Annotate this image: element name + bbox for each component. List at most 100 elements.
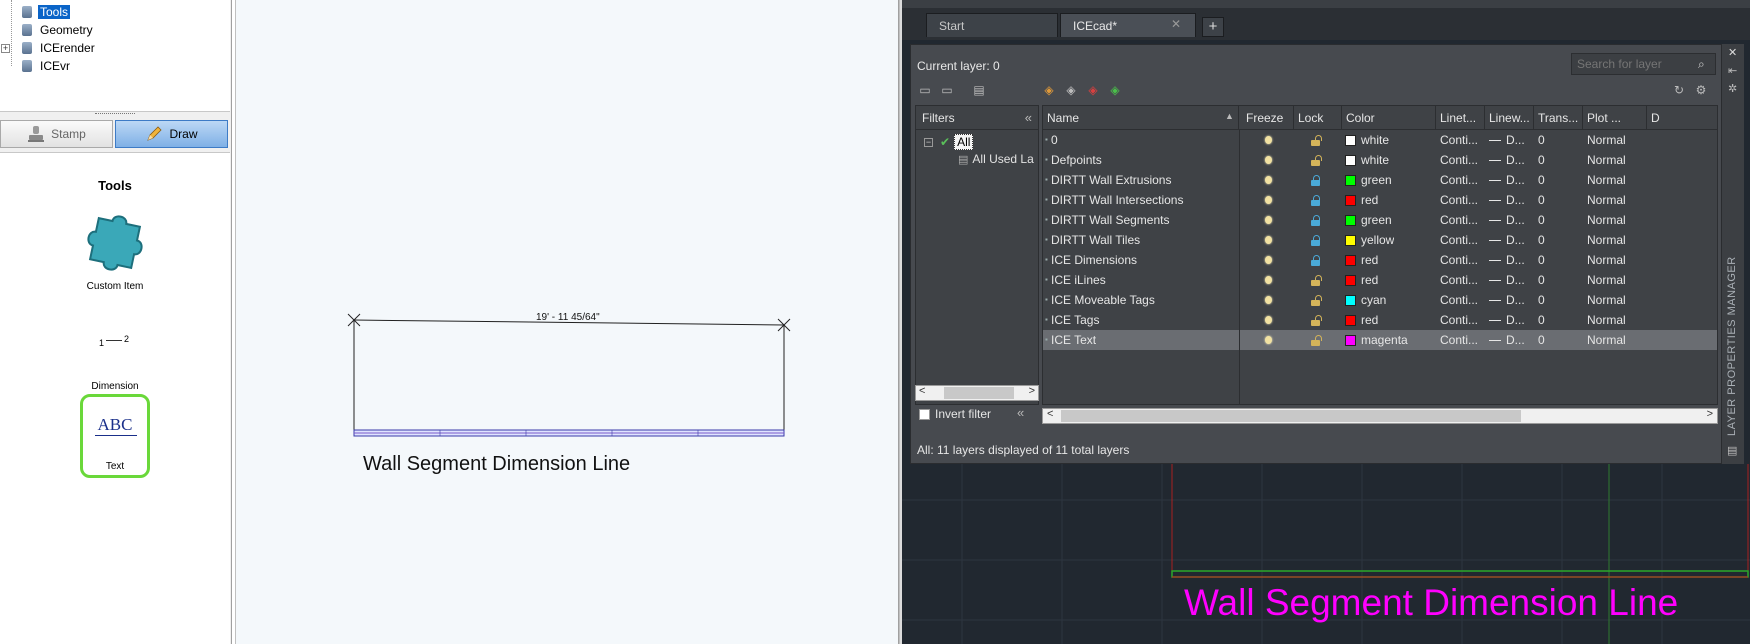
tree-item-tools[interactable]: Tools xyxy=(20,3,71,20)
layer-name[interactable]: Defpoints xyxy=(1051,150,1237,170)
unlock-icon[interactable] xyxy=(1311,335,1322,346)
lock-icon[interactable] xyxy=(1311,175,1320,186)
layer-linetype[interactable]: Conti... xyxy=(1440,130,1478,150)
col-linetype[interactable]: Linet... xyxy=(1436,106,1485,130)
close-palette-icon[interactable]: ✕ xyxy=(1728,46,1737,59)
layer-plot-style[interactable]: Normal xyxy=(1587,310,1626,330)
layer-name[interactable]: DIRTT Wall Segments xyxy=(1051,210,1237,230)
layer-color-name[interactable]: red xyxy=(1361,250,1378,270)
layer-transparency[interactable]: 0 xyxy=(1538,230,1545,250)
tree-item-icevr[interactable]: ICEvr xyxy=(20,57,72,74)
custom-item-tool[interactable]: Custom Item xyxy=(55,208,175,292)
filter-tree-toggle-icon[interactable]: − xyxy=(924,138,933,147)
layer-row[interactable]: ▪ ICE Text magenta Conti... D... 0 Normal xyxy=(1043,330,1717,350)
col-lock[interactable]: Lock xyxy=(1294,106,1342,130)
layer-color-name[interactable]: magenta xyxy=(1361,330,1408,350)
layer-lineweight[interactable]: D... xyxy=(1489,230,1525,250)
layer-linetype[interactable]: Conti... xyxy=(1440,210,1478,230)
layer-transparency[interactable]: 0 xyxy=(1538,250,1545,270)
unlock-icon[interactable] xyxy=(1311,135,1322,146)
layer-transparency[interactable]: 0 xyxy=(1538,290,1545,310)
column-splitter[interactable] xyxy=(1239,130,1242,404)
layer-lineweight[interactable]: D... xyxy=(1489,290,1525,310)
expand-toggle-icon[interactable]: + xyxy=(1,44,10,53)
settings-gear-icon[interactable]: ⚙ xyxy=(1693,83,1709,97)
dimension-tool[interactable]: 1 2 Dimension xyxy=(55,324,175,392)
col-lineweight[interactable]: Linew... xyxy=(1485,106,1534,130)
layer-linetype[interactable]: Conti... xyxy=(1440,170,1478,190)
freeze-bulb-icon[interactable] xyxy=(1265,336,1272,344)
layer-name[interactable]: DIRTT Wall Intersections xyxy=(1051,190,1237,210)
layer-plot-style[interactable]: Normal xyxy=(1587,290,1626,310)
scroll-left-icon[interactable]: < xyxy=(1047,408,1053,420)
layer-plot-style[interactable]: Normal xyxy=(1587,170,1626,190)
unlock-icon[interactable] xyxy=(1311,315,1322,326)
layer-color-name[interactable]: red xyxy=(1361,310,1378,330)
new-property-filter-icon[interactable]: ▭ xyxy=(917,83,933,97)
freeze-bulb-icon[interactable] xyxy=(1265,216,1272,224)
unlock-icon[interactable] xyxy=(1311,155,1322,166)
layer-plot-style[interactable]: Normal xyxy=(1587,230,1626,250)
freeze-bulb-icon[interactable] xyxy=(1265,156,1272,164)
color-swatch[interactable] xyxy=(1345,315,1356,326)
palette-grip-icon[interactable]: ▤ xyxy=(1727,444,1737,457)
freeze-bulb-icon[interactable] xyxy=(1265,316,1272,324)
tree-item-geometry[interactable]: Geometry xyxy=(20,21,95,38)
col-freeze[interactable]: Freeze xyxy=(1242,106,1294,130)
color-swatch[interactable] xyxy=(1345,215,1356,226)
layer-lineweight[interactable]: D... xyxy=(1489,190,1525,210)
layer-lineweight[interactable]: D... xyxy=(1489,330,1525,350)
new-group-filter-icon[interactable]: ▭ xyxy=(939,83,955,97)
tree-item-icerender[interactable]: ICErender xyxy=(20,39,97,56)
layer-linetype[interactable]: Conti... xyxy=(1440,250,1478,270)
scrollbar-thumb[interactable] xyxy=(1061,410,1521,422)
color-swatch[interactable] xyxy=(1345,255,1356,266)
freeze-bulb-icon[interactable] xyxy=(1265,276,1272,284)
drawing-canvas[interactable]: 19' - 11 45/64" Wall Segment Dimension L… xyxy=(235,0,899,644)
layer-color-name[interactable]: white xyxy=(1361,150,1389,170)
layer-row[interactable]: ▪ DIRTT Wall Intersections red Conti... D...… xyxy=(1043,190,1717,210)
tab-icecad[interactable]: ICEcad* ✕ xyxy=(1060,13,1196,37)
layer-lineweight[interactable]: D... xyxy=(1489,310,1525,330)
layer-plot-style[interactable]: Normal xyxy=(1587,330,1626,350)
layer-lineweight[interactable]: D... xyxy=(1489,150,1525,170)
layer-name[interactable]: ICE Tags xyxy=(1051,310,1237,330)
autohide-icon[interactable]: ⇤ xyxy=(1728,64,1737,77)
layer-lineweight[interactable]: D... xyxy=(1489,270,1525,290)
layer-transparency[interactable]: 0 xyxy=(1538,330,1545,350)
layer-lineweight[interactable]: D... xyxy=(1489,250,1525,270)
layer-row[interactable]: ▪ Defpoints white Conti... D... 0 Normal xyxy=(1043,150,1717,170)
color-swatch[interactable] xyxy=(1345,335,1356,346)
layer-color-name[interactable]: red xyxy=(1361,190,1378,210)
layer-name[interactable]: DIRTT Wall Extrusions xyxy=(1051,170,1237,190)
layer-plot-style[interactable]: Normal xyxy=(1587,270,1626,290)
layer-linetype[interactable]: Conti... xyxy=(1440,270,1478,290)
layer-row[interactable]: ▪ ICE Moveable Tags cyan Conti... D... 0 Norma… xyxy=(1043,290,1717,310)
lock-icon[interactable] xyxy=(1311,215,1320,226)
palette-properties-icon[interactable]: ✲ xyxy=(1728,82,1737,95)
scrollbar-thumb[interactable] xyxy=(944,387,1014,399)
layer-linetype[interactable]: Conti... xyxy=(1440,310,1478,330)
freeze-bulb-icon[interactable] xyxy=(1265,196,1272,204)
search-icon[interactable]: ⌕ xyxy=(1698,57,1705,72)
color-swatch[interactable] xyxy=(1345,235,1356,246)
freeze-bulb-icon[interactable] xyxy=(1265,256,1272,264)
layer-lineweight[interactable]: D... xyxy=(1489,170,1525,190)
layer-name[interactable]: ICE Dimensions xyxy=(1051,250,1237,270)
new-layer-vp-frozen-icon[interactable]: ◈ xyxy=(1063,83,1079,97)
freeze-bulb-icon[interactable] xyxy=(1265,296,1272,304)
layer-transparency[interactable]: 0 xyxy=(1538,150,1545,170)
layer-transparency[interactable]: 0 xyxy=(1538,270,1545,290)
refresh-icon[interactable]: ↻ xyxy=(1671,83,1687,97)
set-current-icon[interactable]: ◈ xyxy=(1107,83,1123,97)
lock-icon[interactable] xyxy=(1311,255,1320,266)
scroll-left-icon[interactable]: < xyxy=(919,385,925,397)
layer-color-name[interactable]: cyan xyxy=(1361,290,1386,310)
unlock-icon[interactable] xyxy=(1311,295,1322,306)
filters-horizontal-scrollbar[interactable]: < > xyxy=(915,385,1039,401)
layer-row[interactable]: ▪ ICE Dimensions red Conti... D... 0 Normal xyxy=(1043,250,1717,270)
text-tool[interactable]: ABC Text xyxy=(80,394,150,478)
color-swatch[interactable] xyxy=(1345,175,1356,186)
layer-color-name[interactable]: green xyxy=(1361,210,1392,230)
layer-name[interactable]: DIRTT Wall Tiles xyxy=(1051,230,1237,250)
